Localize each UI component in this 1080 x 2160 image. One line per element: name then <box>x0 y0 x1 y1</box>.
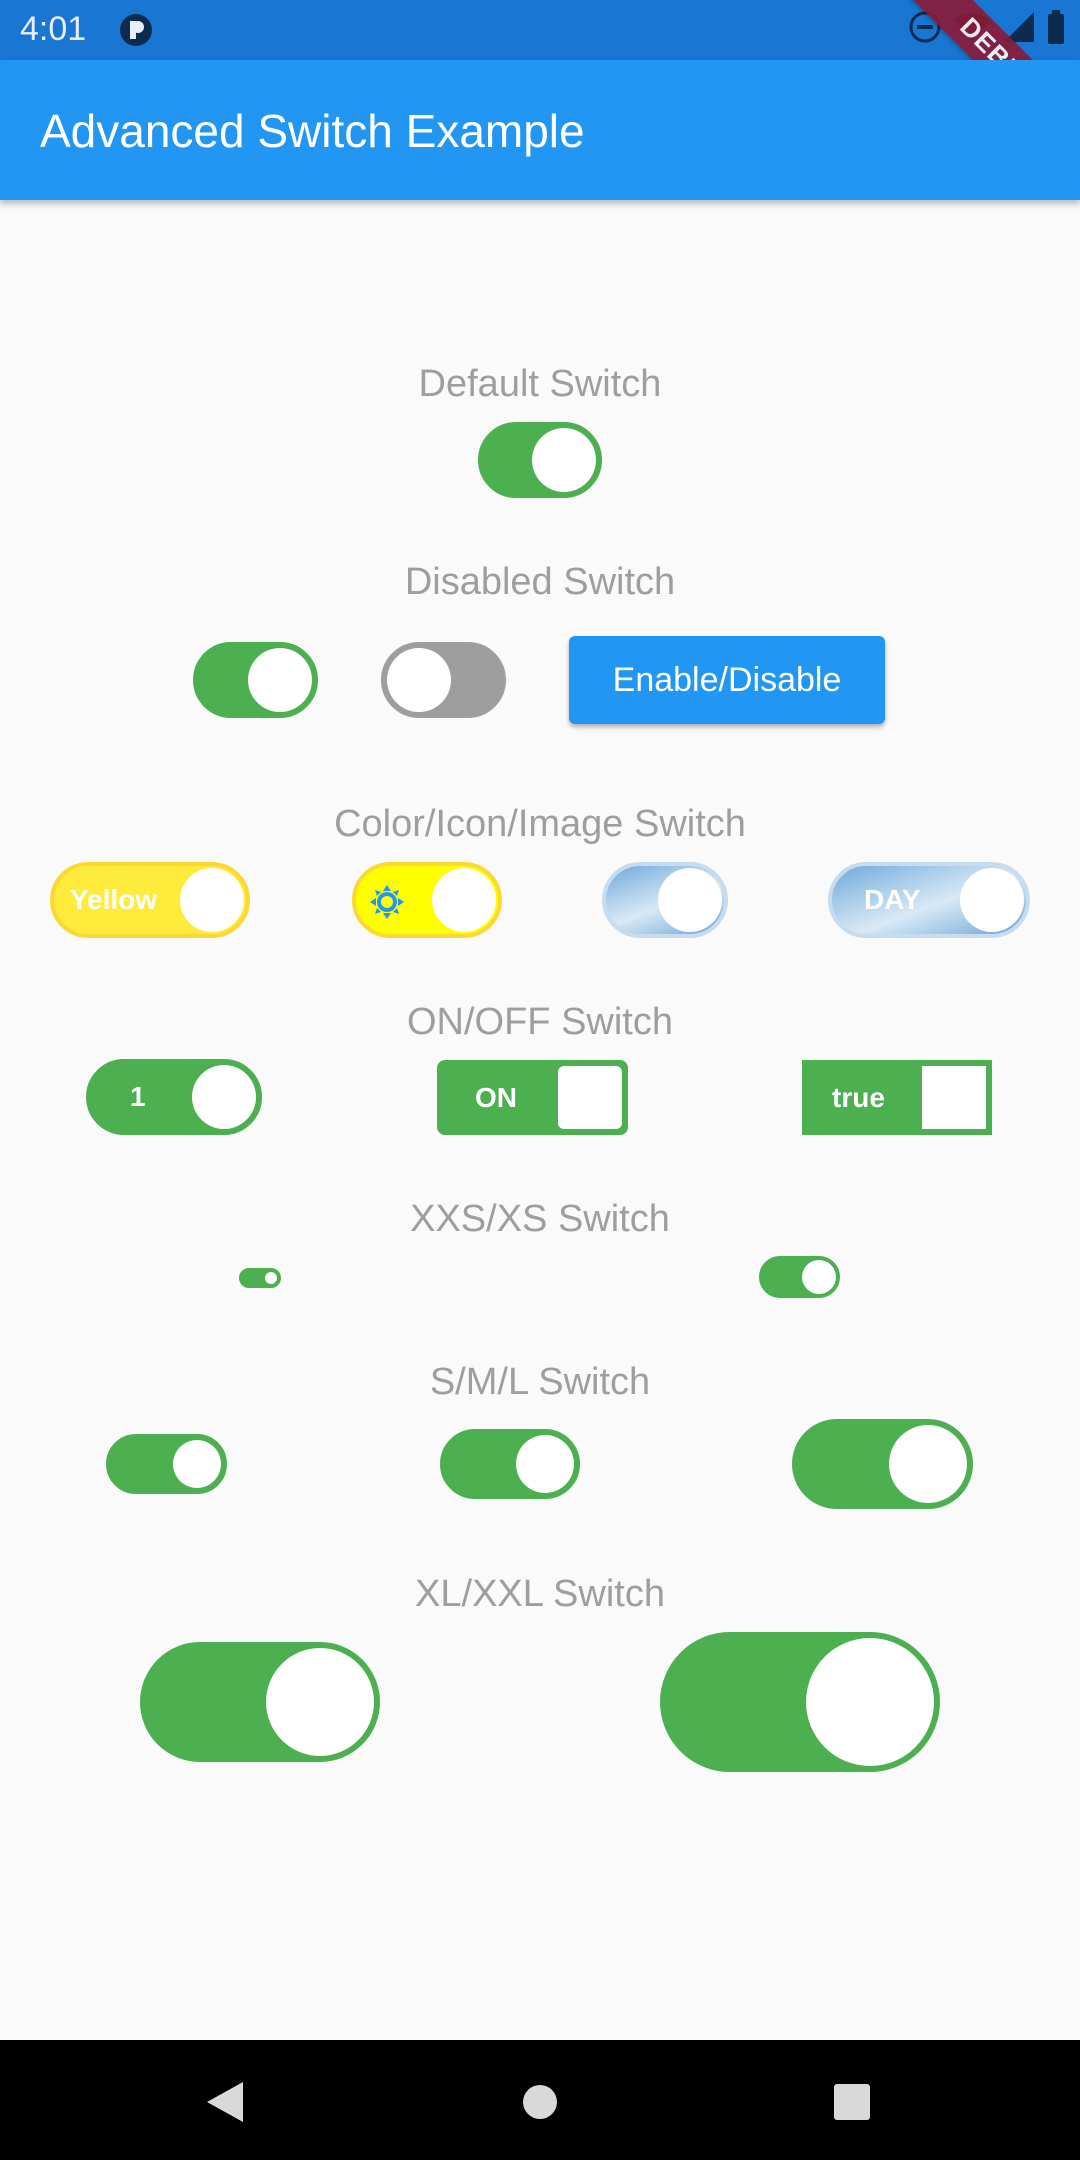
switch-thumb <box>806 1638 934 1766</box>
section-title-color: Color/Icon/Image Switch <box>334 803 746 845</box>
switch-thumb <box>173 1440 221 1488</box>
switch-label-day: DAY <box>864 884 921 915</box>
xs-switch[interactable] <box>759 1256 840 1298</box>
switch-thumb <box>180 868 244 932</box>
section-title-disabled: Disabled Switch <box>404 561 676 603</box>
switch-thumb <box>658 868 722 932</box>
brightness-icon <box>370 885 404 919</box>
xxs-switch[interactable] <box>239 1268 281 1288</box>
app-bar: Advanced Switch Example <box>0 60 1080 200</box>
one-switch[interactable]: 1 <box>86 1059 262 1135</box>
section-title-xxs-xs: XXS/XS Switch <box>410 1198 670 1240</box>
switch-thumb <box>265 1272 277 1284</box>
app-title: Advanced Switch Example <box>40 105 585 157</box>
yellow-switch[interactable]: Yellow <box>50 862 250 938</box>
switch-thumb <box>387 648 451 712</box>
section-title-onoff: ON/OFF Switch <box>406 1001 674 1043</box>
switch-thumb <box>960 868 1024 932</box>
switch-thumb <box>802 1260 836 1294</box>
switch-label-one: 1 <box>130 1081 146 1112</box>
switch-thumb <box>266 1648 374 1756</box>
switch-thumb <box>558 1066 622 1129</box>
status-time: 4:01 <box>20 10 87 48</box>
default-switch[interactable] <box>478 422 602 498</box>
section-title-sml: S/M/L Switch <box>429 1361 651 1403</box>
section-title-default: Default Switch <box>418 363 662 405</box>
disabled-switch-off[interactable] <box>381 642 506 718</box>
switch-label-yellow: Yellow <box>70 884 158 915</box>
true-switch[interactable]: true <box>802 1060 992 1135</box>
s-switch[interactable] <box>106 1434 227 1494</box>
switch-label-on: ON <box>475 1081 517 1113</box>
section-title-xl-xxl: XL/XXL Switch <box>415 1573 665 1615</box>
navigation-bar <box>0 2040 1080 2160</box>
enable-disable-button[interactable]: Enable/Disable <box>569 636 885 724</box>
xxl-switch[interactable] <box>660 1632 940 1772</box>
on-switch[interactable]: ON <box>437 1060 628 1135</box>
switch-thumb <box>432 868 496 932</box>
icon-switch[interactable] <box>352 862 502 938</box>
home-icon[interactable] <box>522 2084 558 2120</box>
xl-switch[interactable] <box>140 1642 380 1762</box>
image-day-switch[interactable]: DAY <box>828 862 1030 938</box>
switch-thumb <box>922 1066 986 1129</box>
switch-thumb <box>192 1065 256 1129</box>
switch-thumb <box>532 428 596 492</box>
switch-thumb <box>248 648 312 712</box>
battery-icon <box>1048 10 1064 44</box>
back-icon[interactable] <box>205 2080 245 2124</box>
m-switch[interactable] <box>440 1429 580 1499</box>
switch-thumb <box>889 1425 967 1503</box>
l-switch[interactable] <box>792 1419 973 1509</box>
image-switch[interactable] <box>602 862 728 938</box>
app-notification-icon <box>120 14 152 46</box>
switch-thumb <box>516 1435 574 1493</box>
disabled-switch-on[interactable] <box>193 642 318 718</box>
status-bar: 4:01 <box>0 0 1080 60</box>
switch-label-true: true <box>832 1081 885 1113</box>
recents-icon[interactable] <box>834 2084 870 2120</box>
